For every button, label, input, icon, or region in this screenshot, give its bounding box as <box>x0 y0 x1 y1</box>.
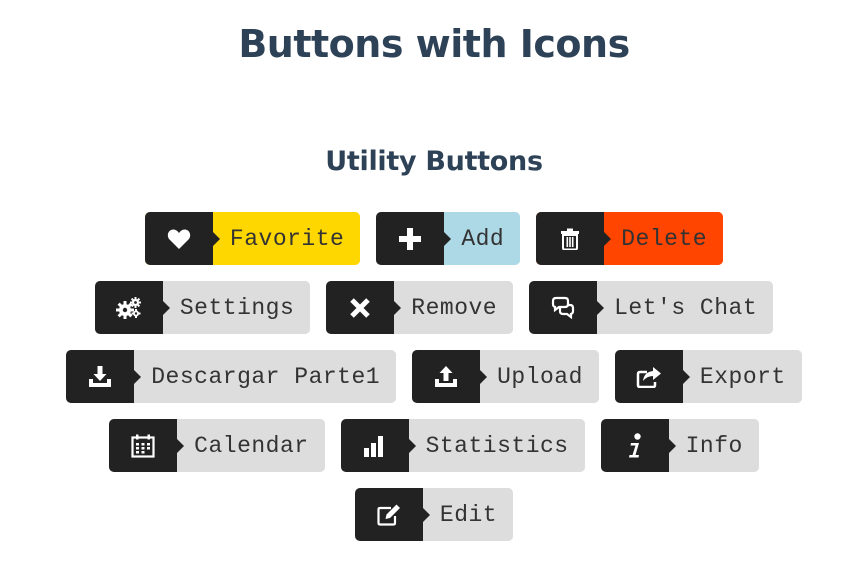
button-row: Settings Remove Let's Chat <box>0 281 868 334</box>
upload-icon <box>412 350 488 403</box>
add-label: Add <box>444 212 521 265</box>
lets-chat-label: Let's Chat <box>597 281 774 334</box>
info-label: Info <box>668 419 759 472</box>
descargar-parte1-button[interactable]: Descargar Parte1 <box>66 350 397 403</box>
bar-chart-icon <box>340 419 416 472</box>
calendar-button[interactable]: Calendar <box>109 419 325 472</box>
info-button[interactable]: Info <box>600 419 759 472</box>
export-label: Export <box>682 350 802 403</box>
favorite-label: Favorite <box>212 212 361 265</box>
remove-button[interactable]: Remove <box>326 281 514 334</box>
settings-label: Settings <box>162 281 311 334</box>
trash-icon <box>536 212 612 265</box>
statistics-button[interactable]: Statistics <box>340 419 585 472</box>
button-row: Favorite Add Delete <box>0 212 868 265</box>
descargar-parte1-label: Descargar Parte1 <box>134 350 397 403</box>
remove-label: Remove <box>394 281 514 334</box>
calendar-label: Calendar <box>177 419 325 472</box>
section-title: Utility Buttons <box>325 146 543 177</box>
edit-button[interactable]: Edit <box>354 488 514 541</box>
button-row: Descargar Parte1 Upload Export <box>0 350 868 403</box>
export-button[interactable]: Export <box>614 350 802 403</box>
statistics-label: Statistics <box>408 419 585 472</box>
heart-icon <box>144 212 220 265</box>
cogs-icon <box>94 281 170 334</box>
button-row: Edit <box>0 488 868 541</box>
page-title: Buttons with Icons <box>238 22 630 66</box>
chat-icon <box>529 281 605 334</box>
info-icon <box>600 419 676 472</box>
button-grid: Favorite Add Delete Settings Remove Let'… <box>0 212 868 557</box>
lets-chat-button[interactable]: Let's Chat <box>529 281 774 334</box>
plus-icon <box>376 212 452 265</box>
edit-label: Edit <box>422 488 514 541</box>
delete-button[interactable]: Delete <box>536 212 724 265</box>
download-icon <box>66 350 142 403</box>
upload-button[interactable]: Upload <box>412 350 599 403</box>
delete-label: Delete <box>604 212 724 265</box>
settings-button[interactable]: Settings <box>94 281 311 334</box>
calendar-icon <box>109 419 185 472</box>
export-icon <box>614 350 690 403</box>
add-button[interactable]: Add <box>376 212 521 265</box>
favorite-button[interactable]: Favorite <box>144 212 361 265</box>
button-row: Calendar Statistics Info <box>0 419 868 472</box>
upload-label: Upload <box>480 350 599 403</box>
close-icon <box>326 281 402 334</box>
edit-icon <box>354 488 430 541</box>
